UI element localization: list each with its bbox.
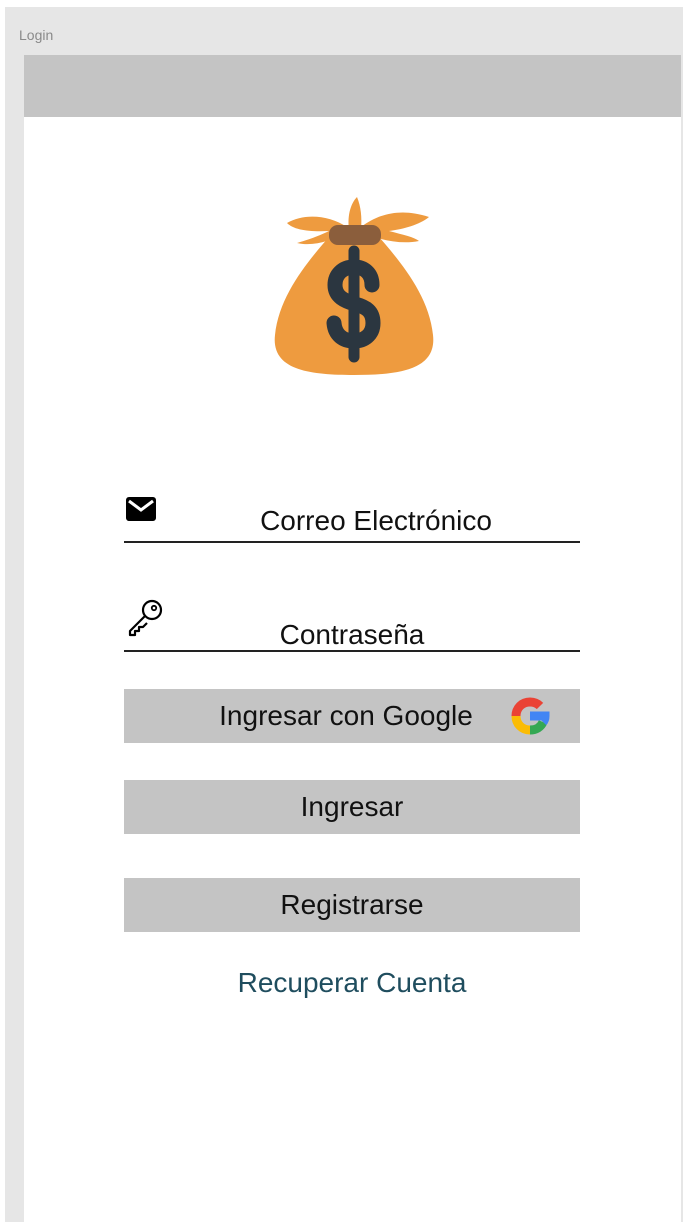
login-screen: Correo Electrónico Contraseña Ingresar c…	[24, 55, 681, 1225]
frame-title: Login	[19, 27, 54, 43]
register-button[interactable]: Registrarse	[124, 878, 580, 932]
login-button[interactable]: Ingresar	[124, 780, 580, 834]
google-login-button[interactable]: Ingresar con Google	[124, 689, 580, 743]
email-placeholder: Correo Electrónico	[260, 505, 492, 536]
app-bar	[24, 55, 681, 117]
money-bag-icon	[269, 185, 439, 380]
google-login-label: Ingresar con Google	[219, 700, 473, 731]
email-field[interactable]: Correo Electrónico	[124, 487, 580, 543]
password-field[interactable]: Contraseña	[124, 590, 580, 652]
google-icon	[506, 692, 554, 747]
design-frame: Login Correo Electrónico Contraseña Ingr…	[5, 7, 683, 1225]
recover-account-link[interactable]: Recuperar Cuenta	[124, 967, 580, 999]
envelope-icon	[126, 497, 156, 526]
password-placeholder: Contraseña	[279, 619, 425, 650]
